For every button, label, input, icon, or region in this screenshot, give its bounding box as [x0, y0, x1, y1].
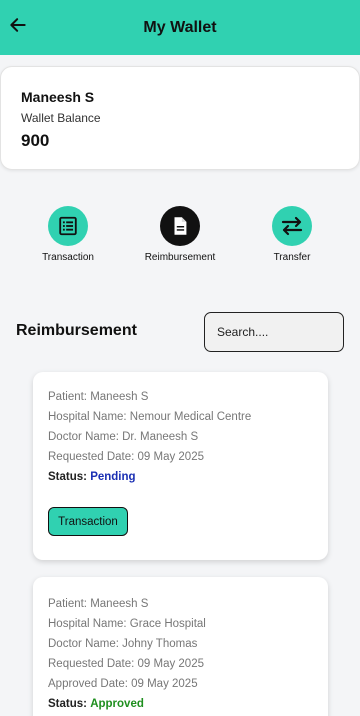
status-label: Status: [48, 698, 87, 710]
wallet-balance-label: Wallet Balance [21, 111, 101, 125]
reimbursement-action-circle[interactable] [160, 206, 200, 246]
reimbursement-action-label: Reimbursement [144, 252, 216, 263]
status-badge: Approved [90, 698, 144, 710]
swap-arrows-icon [281, 216, 303, 236]
doctor-text: Doctor Name: Johny Thomas [48, 638, 198, 650]
reimbursement-action[interactable]: Reimbursement [135, 206, 225, 263]
hospital-text: Hospital Name: Nemour Medical Centre [48, 411, 252, 423]
back-button[interactable] [6, 13, 30, 37]
status-row: Status: Pending [48, 471, 136, 483]
transaction-action[interactable]: Transaction [23, 206, 113, 263]
requested-date-text: Requested Date: 09 May 2025 [48, 658, 204, 670]
wallet-card: Maneesh S Wallet Balance 900 [0, 66, 360, 170]
page-title: My Wallet [143, 18, 217, 36]
hospital-text: Hospital Name: Grace Hospital [48, 618, 206, 630]
reimbursement-card: Patient: Maneesh S Hospital Name: Grace … [33, 577, 328, 716]
patient-text: Patient: Maneesh S [48, 598, 149, 610]
requested-date-text: Requested Date: 09 May 2025 [48, 451, 204, 463]
transaction-button[interactable]: Transaction [48, 507, 128, 536]
patient-text: Patient: Maneesh S [48, 391, 149, 403]
transaction-action-circle[interactable] [48, 206, 88, 246]
arrow-left-icon [10, 18, 26, 32]
wallet-balance-amount: 900 [21, 131, 50, 150]
transaction-action-label: Transaction [42, 252, 94, 263]
search-input[interactable] [204, 312, 344, 352]
app: My Wallet Maneesh S Wallet Balance 900 T… [0, 0, 360, 716]
app-header: My Wallet [0, 0, 360, 55]
user-name: Maneesh S [21, 89, 95, 105]
section-title: Reimbursement [16, 322, 137, 339]
document-icon [174, 217, 187, 235]
transfer-action-circle[interactable] [272, 206, 312, 246]
status-row: Status: Approved [48, 698, 144, 710]
approved-date-text: Approved Date: 09 May 2025 [48, 678, 198, 690]
status-badge: Pending [90, 471, 136, 483]
status-label: Status: [48, 471, 87, 483]
list-icon [59, 216, 77, 236]
transfer-action-label: Transfer [273, 252, 311, 263]
reimbursement-card: Patient: Maneesh S Hospital Name: Nemour… [33, 372, 328, 560]
transfer-action[interactable]: Transfer [247, 206, 337, 263]
doctor-text: Doctor Name: Dr. Maneesh S [48, 431, 199, 443]
